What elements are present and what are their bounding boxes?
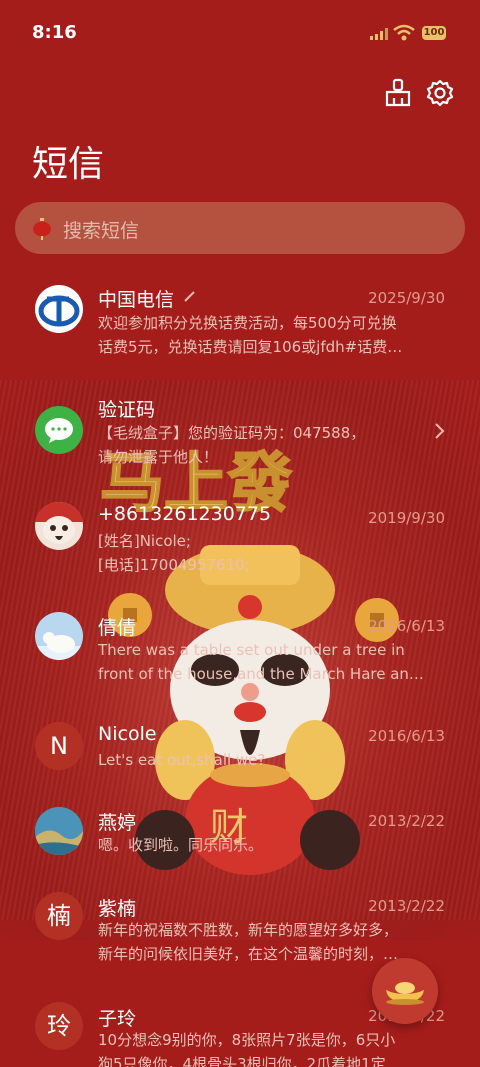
fortune-god-avatar	[35, 502, 83, 550]
page-title: 短信	[32, 144, 105, 185]
contact-name: Nicole	[98, 723, 157, 745]
contact-name: 中国电信	[98, 289, 175, 311]
message-preview: 欢迎参加积分兑换话费活动，每500分可兑换 话费5元，兑换话费请回复106或jf…	[98, 314, 403, 356]
conversation-item[interactable]: 倩倩 2016/6/13 There was a table set out u…	[0, 602, 480, 712]
conversation-item[interactable]: 中国电信 2025/9/30 欢迎参加积分兑换话费活动，每500分可兑换 话费5…	[0, 272, 480, 382]
china-telecom-logo-icon	[36, 286, 82, 332]
polar-bear-avatar	[35, 612, 83, 660]
polar-bear-icon	[35, 632, 83, 660]
compose-button[interactable]	[372, 958, 438, 1024]
message-date: 2025/9/30	[368, 289, 445, 307]
contact-name: 子玲	[98, 1008, 137, 1030]
status-time: 8:16	[32, 22, 77, 43]
china-telecom-avatar	[35, 285, 83, 333]
message-date: 2016/6/13	[368, 617, 445, 635]
conversation-item[interactable]: 验证码 【毛绒盒子】您的验证码为：047588， 请勿泄露于他人！	[0, 382, 480, 492]
landscape-avatar	[35, 807, 83, 855]
clean-brush-icon[interactable]	[383, 78, 413, 108]
message-date: 2013/2/22	[368, 812, 445, 830]
message-date: 2016/6/13	[368, 727, 445, 745]
contact-name: 倩倩	[98, 617, 137, 639]
message-preview: [姓名]Nicole; [电话]17004957610;	[98, 532, 250, 574]
letter-avatar: N	[35, 722, 83, 770]
conversation-item[interactable]: +8613261230775 2019/9/30 [姓名]Nicole; [电话…	[0, 492, 480, 602]
chat-bubble-icon	[45, 418, 73, 443]
letter-avatar: 楠	[35, 892, 83, 940]
gold-ingot-icon	[386, 982, 424, 1005]
battery-indicator: 100	[422, 26, 446, 40]
chevron-right-icon[interactable]	[434, 422, 446, 440]
letter-avatar: 玲	[35, 1002, 83, 1050]
message-preview: 10分想念9别的你，8张照片7张是你，6只小 狗5只像你，4根骨头3根归你，2爪…	[98, 1031, 396, 1067]
landscape-icon	[35, 807, 83, 855]
search-input[interactable]: 搜索短信	[63, 216, 139, 243]
contact-name: 燕婷	[98, 812, 137, 834]
message-date: 2013/2/22	[368, 897, 445, 915]
message-date: 2019/9/30	[368, 509, 445, 527]
settings-gear-icon[interactable]	[425, 78, 455, 108]
contact-name: 紫楠	[98, 898, 137, 920]
status-bar: 8:16 100	[0, 0, 480, 68]
contact-name: 验证码	[98, 399, 156, 421]
draft-pencil-icon	[184, 291, 195, 302]
lantern-icon	[33, 218, 51, 240]
contact-name: +8613261230775	[98, 503, 272, 525]
message-preview: 嗯。收到啦。同乐同乐。	[98, 836, 264, 854]
wifi-icon	[393, 24, 415, 41]
message-preview: There was a table set out under a tree i…	[98, 641, 424, 683]
message-preview: 【毛绒盒子】您的验证码为：047588， 请勿泄露于他人！	[98, 424, 366, 466]
message-preview: Let's eat out,shall we?	[98, 751, 266, 769]
message-avatar	[35, 406, 83, 454]
fortune-god-icon	[35, 502, 83, 544]
search-bar[interactable]: 搜索短信	[15, 202, 465, 254]
signal-icon	[370, 28, 388, 40]
